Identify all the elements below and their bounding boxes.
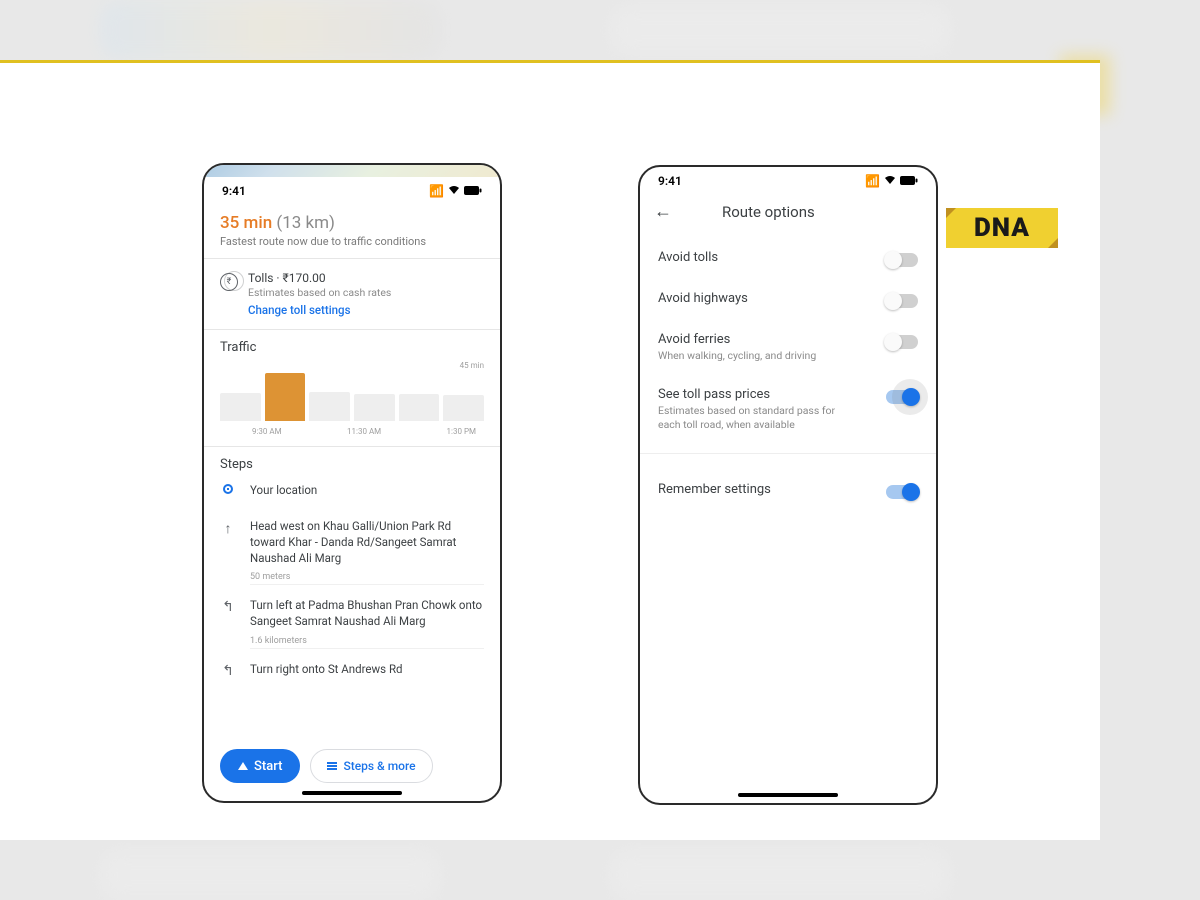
start-label: Start [254, 759, 282, 774]
traffic-axis-labels: 9:30 AM 11:30 AM 1:30 PM [220, 427, 484, 436]
status-time: 9:41 [222, 184, 246, 198]
option-label: Avoid tolls [658, 250, 718, 265]
steps-and-more-button[interactable]: Steps & more [310, 749, 432, 783]
blurred-bg-shape [100, 850, 440, 900]
options-header: ← Route options [640, 195, 936, 228]
toggle-switch[interactable] [886, 335, 918, 349]
toggle-switch[interactable] [886, 294, 918, 308]
option-avoid-tolls[interactable]: Avoid tolls [658, 238, 918, 279]
back-arrow-icon[interactable]: ← [654, 201, 672, 222]
option-subtext: When walking, cycling, and driving [658, 349, 816, 363]
arrow-up-icon: ↑ [220, 520, 236, 537]
option-label: Avoid highways [658, 291, 748, 306]
traffic-bar [220, 393, 261, 421]
toggle-switch[interactable] [886, 485, 918, 499]
status-time: 9:41 [658, 174, 682, 188]
tolls-info-row: ₹ Tolls · ₹170.00 Estimates based on cas… [220, 269, 484, 319]
route-subtitle: Fastest route now due to traffic conditi… [220, 235, 484, 248]
status-bar: 9:41 📶 [640, 167, 936, 195]
map-preview-strip [204, 163, 500, 177]
divider [250, 584, 484, 585]
divider [204, 258, 500, 259]
toll-coin-icon: ₹ [220, 273, 238, 291]
dna-text: DNA [974, 213, 1030, 243]
turn-left-icon: ↰ [220, 663, 236, 679]
route-duration: 35 min [220, 213, 272, 233]
traffic-chart[interactable]: 45 min [220, 373, 484, 421]
step-text: Turn left at Padma Bhushan Pran Chowk on… [250, 597, 484, 629]
tolls-amount: Tolls · ₹170.00 [248, 271, 391, 285]
step-row[interactable]: ↰ Turn right onto St Andrews Rd [220, 651, 484, 689]
signal-icon: 📶 [429, 184, 444, 198]
status-bar: 9:41 📶 [204, 177, 500, 205]
wifi-icon [448, 184, 460, 198]
step-row[interactable]: ↑ Head west on Khau Galli/Union Park Rd … [220, 508, 484, 576]
step-distance: 1.6 kilometers [250, 636, 484, 646]
step-text: Turn right onto St Andrews Rd [250, 661, 403, 677]
signal-icon: 📶 [865, 174, 880, 188]
divider [640, 453, 936, 454]
traffic-bar [309, 392, 350, 421]
change-toll-settings-link[interactable]: Change toll settings [248, 303, 391, 317]
home-indicator [738, 793, 838, 797]
status-icons: 📶 [429, 184, 482, 198]
toggle-switch[interactable] [886, 390, 918, 404]
traffic-bar-selected [265, 373, 306, 421]
divider [204, 329, 500, 330]
route-duration-line: 35 min (13 km) [220, 213, 484, 233]
battery-icon [900, 174, 918, 188]
turn-left-icon: ↰ [220, 599, 236, 615]
dna-watermark-badge: DNA [946, 208, 1058, 248]
option-avoid-ferries[interactable]: Avoid ferries When walking, cycling, and… [658, 320, 918, 375]
option-avoid-highways[interactable]: Avoid highways [658, 279, 918, 320]
steps-section-title: Steps [220, 457, 484, 472]
option-label: Remember settings [658, 482, 771, 497]
navigation-icon [238, 762, 248, 770]
start-navigation-button[interactable]: Start [220, 749, 300, 783]
location-dot-icon [220, 484, 236, 494]
option-see-toll-pass-prices[interactable]: See toll pass prices Estimates based on … [658, 375, 918, 444]
battery-icon [464, 184, 482, 198]
home-indicator [302, 791, 402, 795]
toggle-switch[interactable] [886, 253, 918, 267]
step-row[interactable]: ↰ Turn left at Padma Bhushan Pran Chowk … [220, 587, 484, 639]
traffic-bar [399, 394, 440, 421]
option-label: See toll pass prices [658, 387, 858, 402]
step-row[interactable]: Your location [220, 472, 484, 508]
list-icon [327, 762, 337, 770]
steps-more-label: Steps & more [343, 759, 415, 773]
step-text: Head west on Khau Galli/Union Park Rd to… [250, 518, 484, 566]
traffic-time-label: 11:30 AM [347, 427, 381, 436]
phone-mock-route-options: 9:41 📶 ← Route options Avoid tolls Avoid… [638, 165, 938, 805]
traffic-time-label: 1:30 PM [447, 427, 476, 436]
step-distance: 50 meters [250, 572, 484, 582]
option-subtext: Estimates based on standard pass for eac… [658, 404, 858, 432]
traffic-bar [354, 394, 395, 421]
blurred-bg-shape [100, 0, 440, 60]
blurred-bg-shape [610, 5, 950, 55]
traffic-bar [443, 395, 484, 421]
blurred-bg-shape [610, 850, 950, 900]
route-options-title: Route options [722, 203, 815, 221]
traffic-max-label: 45 min [460, 361, 484, 370]
option-label: Avoid ferries [658, 332, 816, 347]
main-canvas: DNA 9:41 📶 35 min (13 km) Fastest route … [0, 60, 1100, 840]
option-remember-settings[interactable]: Remember settings [658, 470, 918, 511]
divider [250, 648, 484, 649]
traffic-time-label: 9:30 AM [252, 427, 282, 436]
wifi-icon [884, 174, 896, 188]
status-icons: 📶 [865, 174, 918, 188]
divider [204, 446, 500, 447]
step-text: Your location [250, 482, 317, 498]
bottom-action-bar: Start Steps & more [204, 749, 500, 783]
phone-mock-route-details: 9:41 📶 35 min (13 km) Fastest route now … [202, 163, 502, 803]
route-distance: (13 km) [276, 213, 335, 233]
traffic-section-title: Traffic [220, 340, 484, 355]
tolls-estimate-note: Estimates based on cash rates [248, 286, 391, 299]
